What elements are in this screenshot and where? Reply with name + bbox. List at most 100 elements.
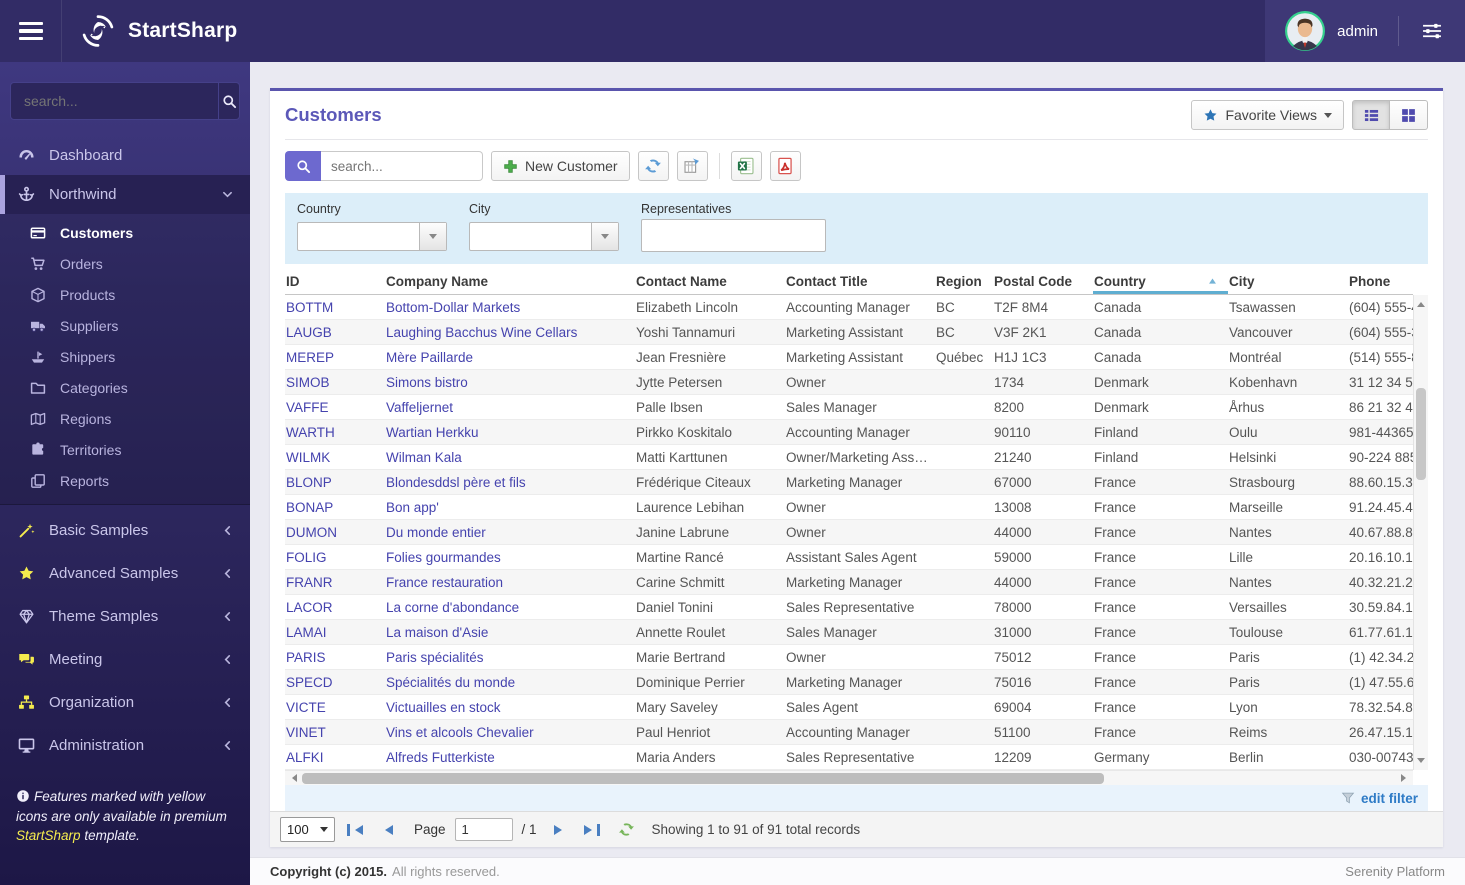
column-header-city[interactable]: City — [1228, 268, 1348, 294]
table-row[interactable]: LAMAI La maison d'Asie Annette Roulet Sales… — [285, 620, 1413, 645]
column-header-contact-title[interactable]: Contact Title — [785, 268, 935, 294]
column-header-id[interactable]: ID — [285, 268, 385, 294]
sidebar-item-basic-samples[interactable]: Basic Samples — [0, 509, 250, 552]
avatar[interactable] — [1285, 11, 1325, 51]
cell-company-name[interactable]: Bottom-Dollar Markets — [385, 300, 635, 315]
hamburger-menu-button[interactable] — [0, 0, 62, 62]
cell-company-name[interactable]: Bon app' — [385, 500, 635, 515]
cell-company-name[interactable]: Blondesddsl père et fils — [385, 475, 635, 490]
cell-id[interactable]: FRANR — [285, 575, 385, 590]
table-row[interactable]: MEREP Mère Paillarde Jean Fresnière Marketi… — [285, 345, 1413, 370]
table-row[interactable]: ALFKI Alfreds Futterkiste Maria Anders Sale… — [285, 745, 1413, 770]
sidebar-search-button[interactable] — [218, 83, 239, 119]
cell-company-name[interactable]: Victuailles en stock — [385, 700, 635, 715]
table-row[interactable]: LAUGB Laughing Bacchus Wine Cellars Yoshi … — [285, 320, 1413, 345]
table-row[interactable]: WILMK Wilman Kala Matti Karttunen Owner/Mar… — [285, 445, 1413, 470]
cell-id[interactable]: PARIS — [285, 650, 385, 665]
vertical-scrollbar[interactable] — [1413, 295, 1428, 770]
sidebar-item-orders[interactable]: Orders — [0, 248, 250, 279]
dropdown-button[interactable] — [591, 223, 618, 250]
sidebar-item-categories[interactable]: Categories — [0, 372, 250, 403]
table-row[interactable]: DUMON Du monde entier Janine Labrune Owner 4… — [285, 520, 1413, 545]
pager-refresh-button[interactable] — [618, 821, 635, 838]
scroll-left-arrow[interactable] — [285, 774, 300, 782]
cell-id[interactable]: BOTTM — [285, 300, 385, 315]
cell-id[interactable]: FOLIG — [285, 550, 385, 565]
representatives-filter-input[interactable] — [641, 219, 826, 252]
table-row[interactable]: WARTH Wartian Herkku Pirkko Koskitalo Accou… — [285, 420, 1413, 445]
cell-company-name[interactable]: Wartian Herkku — [385, 425, 635, 440]
cell-company-name[interactable]: Vins et alcools Chevalier — [385, 725, 635, 740]
table-row[interactable]: SPECD Spécialités du monde Dominique Perri… — [285, 670, 1413, 695]
cell-id[interactable]: LAUGB — [285, 325, 385, 340]
user-menu[interactable]: admin — [1265, 0, 1465, 62]
table-row[interactable]: VAFFE Vaffeljernet Palle Ibsen Sales Manage… — [285, 395, 1413, 420]
cell-company-name[interactable]: Du monde entier — [385, 525, 635, 540]
page-size-select[interactable]: 100 — [280, 817, 335, 842]
column-header-region[interactable]: Region — [935, 268, 993, 294]
cell-id[interactable]: WILMK — [285, 450, 385, 465]
cell-id[interactable]: VINET — [285, 725, 385, 740]
sidebar-item-products[interactable]: Products — [0, 279, 250, 310]
list-view-button[interactable] — [1352, 100, 1390, 130]
cell-id[interactable]: WARTH — [285, 425, 385, 440]
prev-page-button[interactable] — [375, 819, 397, 841]
vertical-scroll-thumb[interactable] — [1416, 388, 1426, 480]
next-page-button[interactable] — [550, 819, 572, 841]
horizontal-scroll-thumb[interactable] — [302, 772, 1104, 784]
horizontal-scrollbar[interactable] — [285, 770, 1413, 785]
cell-id[interactable]: BONAP — [285, 500, 385, 515]
table-row[interactable]: LACOR La corne d'abondance Daniel Tonini Sa… — [285, 595, 1413, 620]
column-picker-button[interactable] — [676, 151, 708, 181]
sidebar-item-shippers[interactable]: Shippers — [0, 341, 250, 372]
settings-button[interactable] — [1419, 18, 1445, 44]
dropdown-button[interactable] — [419, 223, 446, 250]
cell-id[interactable]: SPECD — [285, 675, 385, 690]
sidebar-item-suppliers[interactable]: Suppliers — [0, 310, 250, 341]
sidebar-search-input[interactable] — [11, 83, 218, 119]
column-header-phone[interactable]: Phone — [1348, 268, 1413, 294]
sidebar-item-theme-samples[interactable]: Theme Samples — [0, 595, 250, 638]
export-pdf-button[interactable] — [769, 151, 801, 181]
cell-company-name[interactable]: Folies gourmandes — [385, 550, 635, 565]
cell-company-name[interactable]: Vaffeljernet — [385, 400, 635, 415]
grid-view-button[interactable] — [1390, 100, 1428, 130]
table-row[interactable]: VINET Vins et alcools Chevalier Paul Henri… — [285, 720, 1413, 745]
last-page-button[interactable] — [581, 819, 603, 841]
table-row[interactable]: FRANR France restauration Carine Schmitt Ma… — [285, 570, 1413, 595]
cell-id[interactable]: VAFFE — [285, 400, 385, 415]
table-row[interactable]: SIMOB Simons bistro Jytte Petersen Owner 173… — [285, 370, 1413, 395]
table-row[interactable]: VICTE Victuailles en stock Mary Saveley Sal… — [285, 695, 1413, 720]
cell-company-name[interactable]: La maison d'Asie — [385, 625, 635, 640]
table-row[interactable]: BOTTM Bottom-Dollar Markets Elizabeth Linc… — [285, 295, 1413, 320]
scroll-down-arrow[interactable] — [1414, 755, 1428, 770]
city-filter-select[interactable] — [469, 222, 619, 251]
quick-search-input[interactable] — [321, 151, 483, 181]
cell-company-name[interactable]: Spécialités du monde — [385, 675, 635, 690]
export-excel-button[interactable] — [730, 151, 762, 181]
first-page-button[interactable] — [344, 819, 366, 841]
favorite-views-button[interactable]: Favorite Views — [1191, 100, 1344, 130]
table-row[interactable]: BONAP Bon app' Laurence Lebihan Owner 13008 F… — [285, 495, 1413, 520]
cell-id[interactable]: LAMAI — [285, 625, 385, 640]
column-header-country[interactable]: Country — [1093, 268, 1228, 294]
vertical-scroll-track[interactable] — [1414, 310, 1428, 755]
column-header-contact-name[interactable]: Contact Name — [635, 268, 785, 294]
sidebar-item-organization[interactable]: Organization — [0, 681, 250, 724]
cell-id[interactable]: MEREP — [285, 350, 385, 365]
table-row[interactable]: PARIS Paris spécialités Marie Bertrand Owne… — [285, 645, 1413, 670]
quick-search-button[interactable] — [285, 151, 321, 181]
sidebar-item-meeting[interactable]: Meeting — [0, 638, 250, 681]
cell-id[interactable]: DUMON — [285, 525, 385, 540]
new-customer-button[interactable]: New Customer — [491, 151, 630, 181]
cell-company-name[interactable]: Simons bistro — [385, 375, 635, 390]
column-header-company-name[interactable]: Company Name — [385, 268, 635, 294]
sidebar-item-administration[interactable]: Administration — [0, 724, 250, 767]
cell-company-name[interactable]: Laughing Bacchus Wine Cellars — [385, 325, 635, 340]
scroll-up-arrow[interactable] — [1414, 295, 1428, 310]
sidebar-item-territories[interactable]: Territories — [0, 434, 250, 465]
cell-company-name[interactable]: Wilman Kala — [385, 450, 635, 465]
sidebar-item-reports[interactable]: Reports — [0, 465, 250, 496]
table-row[interactable]: FOLIG Folies gourmandes Martine Rancé Assis… — [285, 545, 1413, 570]
sidebar-item-dashboard[interactable]: Dashboard — [0, 136, 250, 175]
